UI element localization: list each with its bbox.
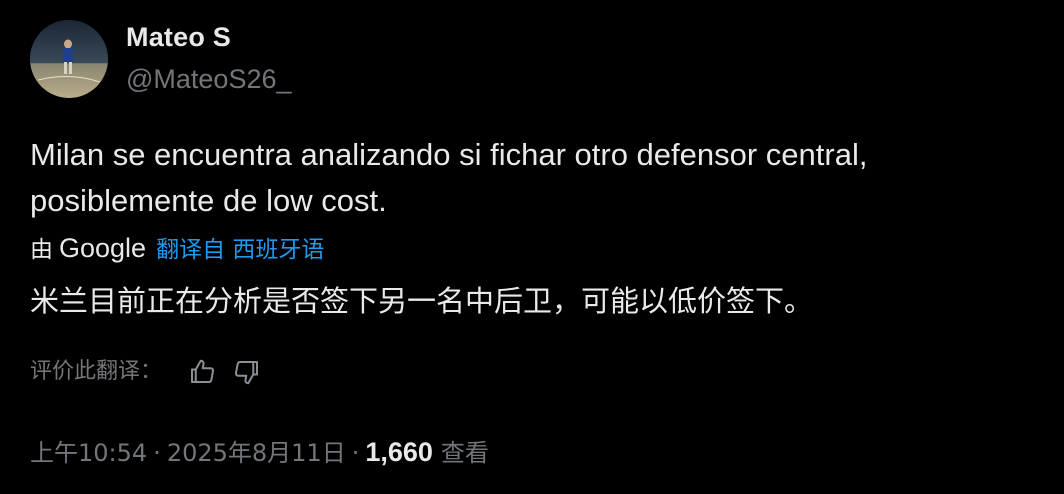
tweet-text: Milan se encuentra analizando si fichar … <box>30 137 868 218</box>
tweet-date[interactable]: 2025年8月11日 <box>167 439 346 467</box>
translation-attribution: 由 Google 翻译自 西班牙语 <box>30 230 324 266</box>
translated-text: 米兰目前正在分析是否签下另一名中后卫，可能以低价签下。 <box>30 284 814 318</box>
views-label: 查看 <box>440 439 489 467</box>
thumbs-up-icon[interactable] <box>187 357 217 387</box>
rate-translation-label: 评价此翻译： <box>30 359 163 384</box>
rate-translation-row: 评价此翻译： <box>30 352 262 392</box>
translation-by-label: 由 <box>30 237 53 263</box>
author-display-name[interactable]: Mateo S <box>126 22 231 53</box>
tweet-time[interactable]: 上午10:54 <box>30 439 147 467</box>
author-handle[interactable]: @MateoS26_ <box>126 64 292 95</box>
views-count: 1,660 <box>365 437 433 467</box>
avatar[interactable] <box>30 20 108 98</box>
meta-separator: · <box>153 439 161 467</box>
tweet-meta: 上午10:54 · 2025年8月11日 · 1,660 查看 <box>30 432 489 472</box>
tweet-card: Mateo S @MateoS26_ Milan se encuentra an… <box>0 0 1064 494</box>
meta-separator: · <box>351 439 360 467</box>
avatar-image <box>30 20 108 98</box>
translated-from-link[interactable]: 翻译自 西班牙语 <box>156 237 324 263</box>
google-logo-text: Google <box>59 233 147 263</box>
thumbs-down-icon[interactable] <box>232 357 262 387</box>
